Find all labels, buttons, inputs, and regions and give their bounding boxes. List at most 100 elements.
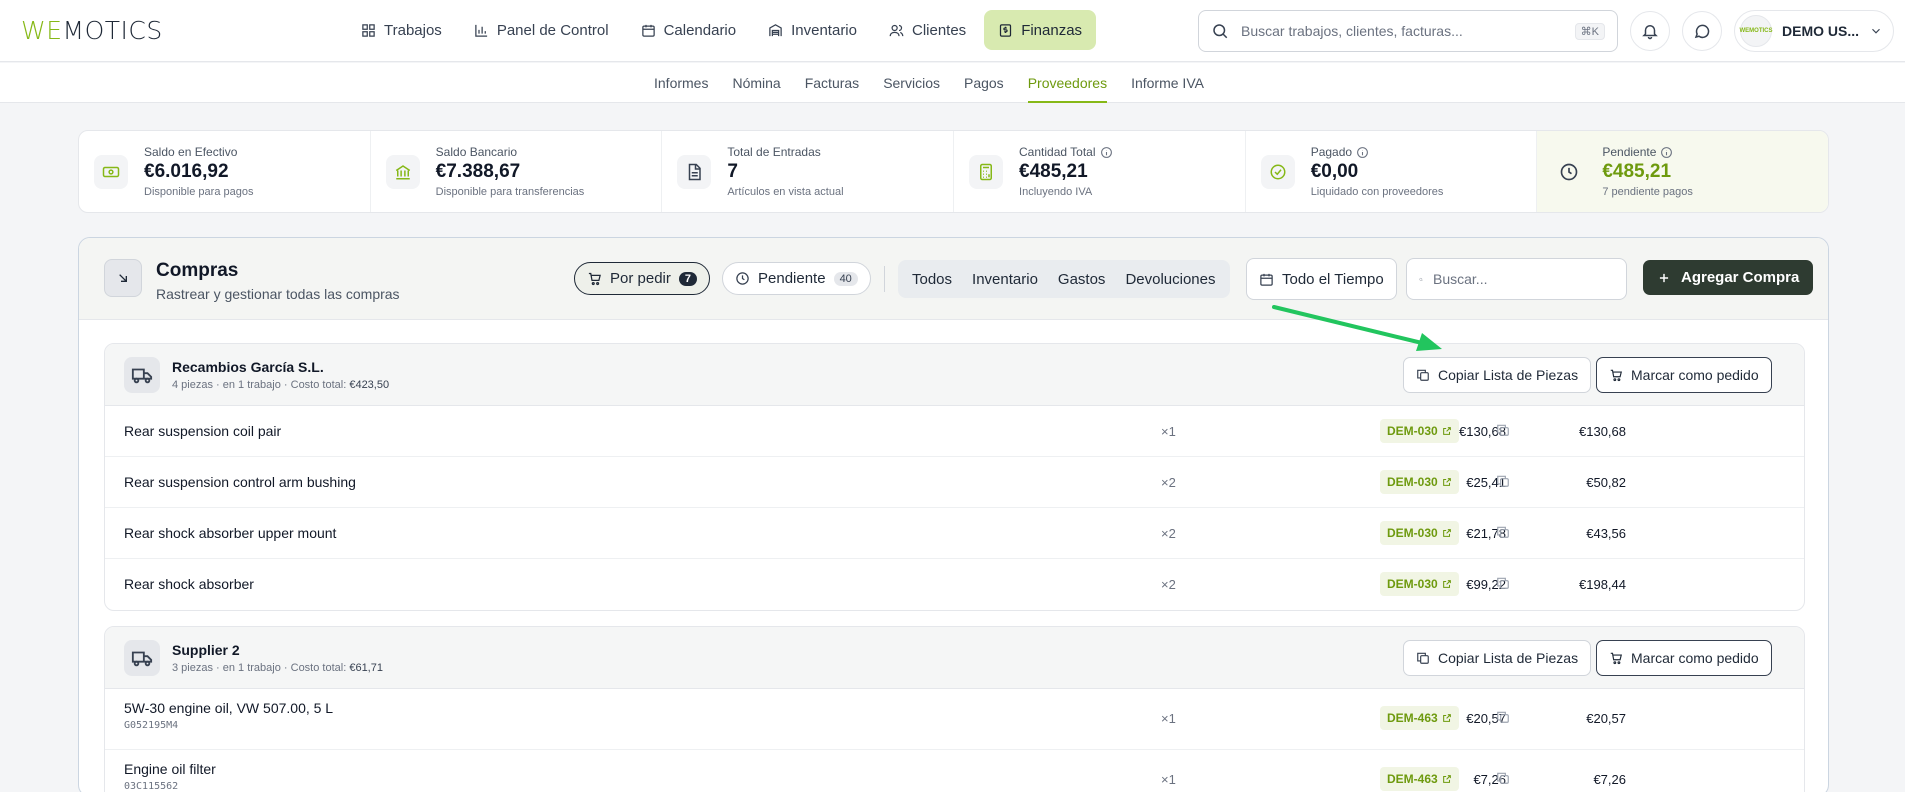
job-link[interactable]: DEM-030 [1380, 419, 1459, 443]
stat-saldo-efectivo: Saldo en Efectivo €6.016,92 Disponible p… [79, 131, 371, 212]
supplier-group: Supplier 2 3 piezas · en 1 trabajo · Cos… [104, 626, 1805, 792]
stat-cantidad-total: Cantidad Total €485,21 Incluyendo IVA [954, 131, 1246, 212]
stat-icon-box [677, 154, 712, 189]
calculator-icon [980, 163, 993, 180]
job-link[interactable]: DEM-463 [1380, 706, 1459, 730]
info-icon[interactable] [1356, 146, 1369, 159]
cart-icon [588, 272, 601, 286]
global-search-input[interactable] [1241, 23, 1563, 39]
purchases-search-input[interactable] [1433, 271, 1614, 287]
user-name: DEMO US... [1782, 23, 1860, 39]
subnav-facturas[interactable]: Facturas [793, 63, 871, 103]
job-id: DEM-463 [1387, 772, 1438, 786]
copy-icon [1417, 369, 1429, 381]
part-qty: ×1 [1161, 424, 1176, 439]
part-total: €50,82 [1586, 475, 1626, 490]
part-total: €43,56 [1586, 526, 1626, 541]
job-id: DEM-030 [1387, 475, 1438, 489]
nav-item-finanzas[interactable]: Finanzas [984, 10, 1097, 50]
mark-ordered-label: Marcar como pedido [1631, 650, 1759, 666]
subnav-informes[interactable]: Informes [642, 63, 720, 103]
mark-ordered-button[interactable]: Marcar como pedido [1596, 357, 1772, 393]
stat-sub: Disponible para transferencias [435, 186, 585, 198]
nav-label: Calendario [663, 21, 737, 39]
info-icon[interactable] [1660, 146, 1673, 159]
stat-total-entradas: Total de Entradas 7 Artículos en vista a… [662, 131, 955, 212]
panel-subtitle: Rastrear y gestionar todas las compras [156, 286, 400, 302]
stat-sub: Artículos en vista actual [727, 186, 844, 198]
app-logo[interactable]: WEMOTICS [21, 16, 163, 45]
job-id: DEM-030 [1387, 577, 1438, 591]
nav-item-clientes[interactable]: Clientes [875, 10, 980, 50]
copy-part-button[interactable] [1496, 771, 1510, 785]
segment-inventario[interactable]: Inventario [962, 271, 1048, 288]
filter-count: 7 [678, 271, 697, 286]
part-total: €7,26 [1593, 772, 1626, 787]
part-name: Rear shock absorber upper mount [124, 525, 337, 541]
bank-icon [395, 164, 410, 179]
subnav-proveedores[interactable]: Proveedores [1016, 63, 1119, 103]
job-link[interactable]: DEM-030 [1380, 521, 1459, 545]
date-filter-label: Todo el Tiempo [1282, 270, 1384, 288]
job-id: DEM-030 [1387, 526, 1438, 540]
segment-gastos[interactable]: Gastos [1048, 271, 1116, 288]
stat-value: €485,21 [1602, 161, 1672, 182]
subnav-servicios[interactable]: Servicios [871, 63, 952, 103]
cart-icon [1610, 369, 1622, 382]
external-link-icon [1442, 478, 1451, 486]
segment-devoluciones[interactable]: Devoluciones [1115, 271, 1225, 288]
filter-pendiente[interactable]: Pendiente 40 [722, 262, 871, 295]
subnav-nomina[interactable]: Nómina [720, 63, 792, 103]
nav-item-calendario[interactable]: Calendario [627, 10, 751, 50]
copy-parts-list-button[interactable]: Copiar Lista de Piezas [1403, 640, 1592, 676]
user-menu[interactable]: WEMOTICS DEMO US... [1734, 10, 1894, 52]
copy-parts-list-button[interactable]: Copiar Lista de Piezas [1403, 357, 1592, 393]
part-row: Rear shock absorber ×2 €99,22 €198,44 DE… [105, 559, 1804, 610]
job-link[interactable]: DEM-030 [1380, 572, 1459, 596]
subnav-informe-iva[interactable]: Informe IVA [1119, 63, 1216, 103]
supplier-group: Recambios García S.L. 4 piezas · en 1 tr… [104, 343, 1805, 611]
job-link[interactable]: DEM-030 [1380, 470, 1459, 494]
messages-button[interactable] [1682, 11, 1722, 51]
dollar-icon [1000, 23, 1012, 37]
panel-icon [104, 259, 142, 297]
purchases-search[interactable] [1406, 258, 1627, 300]
cart-icon [1610, 652, 1622, 665]
info-icon[interactable] [1100, 146, 1113, 159]
stat-sub: Incluyendo IVA [1019, 186, 1093, 198]
annotation-arrow-icon [1272, 305, 1442, 351]
copy-part-button[interactable] [1496, 423, 1510, 437]
copy-part-button[interactable] [1496, 474, 1510, 488]
clock-icon [736, 272, 749, 285]
nav-item-panel[interactable]: Panel de Control [460, 10, 623, 50]
avatar-text: WEMOTICS [1739, 28, 1773, 34]
stat-value: €6.016,92 [144, 161, 229, 182]
copy-part-button[interactable] [1496, 525, 1510, 539]
subnav-pagos[interactable]: Pagos [952, 63, 1016, 103]
stats-bar: Saldo en Efectivo €6.016,92 Disponible p… [78, 130, 1829, 213]
job-link[interactable]: DEM-463 [1380, 767, 1459, 791]
nav-item-inventario[interactable]: Inventario [754, 10, 871, 50]
stat-icon-box [1260, 154, 1295, 189]
global-search[interactable]: ⌘K [1198, 10, 1618, 52]
job-id: DEM-463 [1387, 711, 1438, 725]
supplier-header: Supplier 2 3 piezas · en 1 trabajo · Cos… [105, 627, 1804, 689]
copy-part-button[interactable] [1496, 576, 1510, 590]
date-filter-button[interactable]: Todo el Tiempo [1246, 258, 1397, 300]
part-name: Rear shock absorber [124, 576, 254, 592]
add-purchase-button[interactable]: Agregar Compra [1643, 260, 1814, 295]
nav-item-trabajos[interactable]: Trabajos [347, 10, 456, 50]
mark-ordered-button[interactable]: Marcar como pedido [1596, 640, 1772, 676]
add-purchase-label: Agregar Compra [1681, 269, 1800, 286]
stat-label: Saldo Bancario [435, 145, 518, 159]
stat-sub: 7 pendiente pagos [1602, 186, 1693, 198]
stat-value: 7 [727, 161, 738, 182]
segment-todos[interactable]: Todos [902, 271, 962, 288]
notifications-button[interactable] [1630, 11, 1670, 51]
copy-part-button[interactable] [1496, 710, 1510, 724]
panel-header: Compras Rastrear y gestionar todas las c… [79, 238, 1828, 320]
stat-icon-box [969, 154, 1004, 189]
stat-label: Saldo en Efectivo [144, 145, 238, 159]
filter-por-pedir[interactable]: Por pedir 7 [574, 262, 710, 295]
truck-icon [131, 651, 153, 667]
